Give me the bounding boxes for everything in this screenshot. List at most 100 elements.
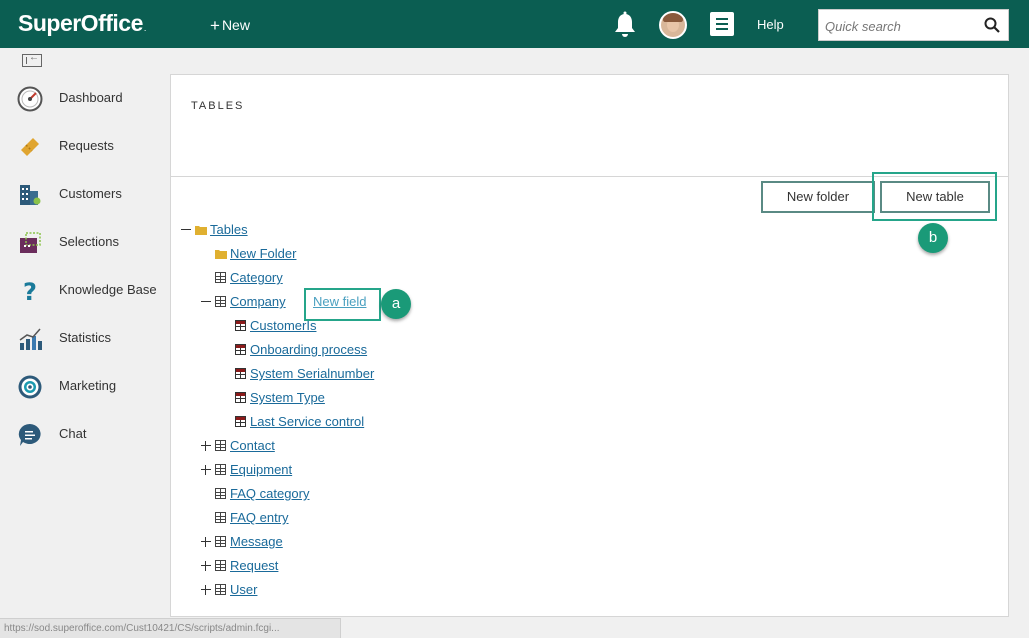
table-icon xyxy=(215,560,226,571)
table-icon xyxy=(215,488,226,499)
expand-toggle-icon[interactable] xyxy=(201,441,211,451)
tree-link[interactable]: CustomerIs xyxy=(250,318,316,333)
expand-toggle-icon[interactable] xyxy=(201,585,211,595)
tree-node-field: System Type xyxy=(220,388,420,408)
tree-node-field: CustomerIs xyxy=(220,316,420,336)
expand-toggle-icon[interactable] xyxy=(201,537,211,547)
field-icon xyxy=(235,344,246,355)
tree-link[interactable]: Contact xyxy=(230,438,275,453)
field-icon xyxy=(235,368,246,379)
sidebar-item-knowledge-base[interactable]: ? Knowledge Base xyxy=(0,266,170,314)
tree-link[interactable]: Category xyxy=(230,270,283,285)
new-table-button[interactable]: New table xyxy=(880,181,990,213)
bar-chart-icon xyxy=(19,328,42,350)
bell-icon[interactable] xyxy=(612,11,638,39)
expand-toggle-icon[interactable] xyxy=(201,465,211,475)
selection-icon xyxy=(20,232,41,253)
tree-link[interactable]: Onboarding process xyxy=(250,342,367,357)
user-avatar[interactable] xyxy=(659,11,687,39)
tree-node-request: Request xyxy=(200,556,400,576)
sidebar-item-dashboard[interactable]: Dashboard xyxy=(0,74,170,122)
collapse-toggle-icon[interactable] xyxy=(201,297,211,307)
chat-bubble-icon xyxy=(18,423,41,446)
quick-search-input[interactable] xyxy=(825,16,983,36)
tree-node-faq-category: FAQ category xyxy=(200,484,400,504)
sidebar-item-label: Requests xyxy=(59,138,114,153)
tree-link[interactable]: Request xyxy=(230,558,278,573)
tree-link[interactable]: FAQ entry xyxy=(230,510,289,525)
plus-icon: + xyxy=(210,16,220,35)
table-icon xyxy=(215,464,226,475)
new-button[interactable]: + New xyxy=(210,15,250,35)
sidebar-item-label: Dashboard xyxy=(59,90,123,105)
sidebar-item-label: Knowledge Base xyxy=(59,282,157,297)
tree-node-equipment: Equipment xyxy=(200,460,400,480)
target-icon xyxy=(18,375,42,399)
field-icon xyxy=(235,392,246,403)
tree-node-faq-entry: FAQ entry xyxy=(200,508,400,528)
callout-badge-b: b xyxy=(918,223,948,253)
tree-node-field: System Serialnumber xyxy=(220,364,420,384)
sidebar-item-selections[interactable]: Selections xyxy=(0,218,170,266)
table-icon xyxy=(215,440,226,451)
sidebar-item-label: Customers xyxy=(59,186,122,201)
new-field-link[interactable]: New field xyxy=(313,294,366,309)
sidebar-item-label: Selections xyxy=(59,234,119,249)
tree-link[interactable]: FAQ category xyxy=(230,486,309,501)
building-icon xyxy=(20,185,41,205)
tree-node-new-folder: New Folder xyxy=(200,244,400,264)
table-icon xyxy=(215,536,226,547)
collapse-sidebar-icon[interactable]: ← xyxy=(22,52,42,67)
tree-link[interactable]: New Folder xyxy=(230,246,296,261)
sidebar-item-label: Marketing xyxy=(59,378,117,393)
tree-link[interactable]: Equipment xyxy=(230,462,292,477)
sidebar-item-customers[interactable]: Customers xyxy=(0,170,170,218)
tree-node-category: Category xyxy=(200,268,400,288)
folder-icon xyxy=(215,250,227,259)
collapse-toggle-icon[interactable] xyxy=(181,225,191,235)
hamburger-menu-icon[interactable] xyxy=(710,12,734,36)
tree-node-company: Company New field xyxy=(200,292,400,312)
ticket-icon xyxy=(21,138,39,156)
tree-node-tables: Tables xyxy=(180,220,380,240)
tree-node-user: User xyxy=(200,580,400,600)
tree-link[interactable]: System Type xyxy=(250,390,325,405)
superoffice-logo[interactable]: SuperOffice. xyxy=(18,10,146,37)
sidebar-item-label: Statistics xyxy=(59,330,112,345)
page-title: TABLES xyxy=(191,100,245,112)
new-button-label: New xyxy=(221,17,250,33)
quick-search-box xyxy=(818,9,1009,41)
tree-node-field: Onboarding process xyxy=(220,340,420,360)
tree-node-contact: Contact xyxy=(200,436,400,456)
svg-text:?: ? xyxy=(23,278,37,304)
table-icon xyxy=(215,584,226,595)
sidebar-item-requests[interactable]: Requests xyxy=(0,122,170,170)
table-icon xyxy=(215,272,226,283)
tree-node-message: Message xyxy=(200,532,400,552)
folder-icon xyxy=(195,226,207,235)
help-link[interactable]: Help xyxy=(757,17,784,32)
tree-link[interactable]: Company xyxy=(230,294,286,309)
avatar-hair xyxy=(663,13,683,22)
tree-link[interactable]: Last Service control xyxy=(250,414,364,429)
sidebar-item-statistics[interactable]: Statistics xyxy=(0,314,170,362)
sidebar-item-label: Chat xyxy=(59,426,87,441)
tree-link[interactable]: Tables xyxy=(210,222,248,237)
table-icon xyxy=(215,512,226,523)
field-icon xyxy=(235,416,246,427)
table-icon xyxy=(215,296,226,307)
sidebar-item-chat[interactable]: Chat xyxy=(0,410,170,458)
new-folder-button[interactable]: New folder xyxy=(761,181,875,213)
tree-link[interactable]: System Serialnumber xyxy=(250,366,374,381)
tree-link[interactable]: Message xyxy=(230,534,283,549)
tree-link[interactable]: User xyxy=(230,582,257,597)
field-icon xyxy=(235,320,246,331)
expand-toggle-icon[interactable] xyxy=(201,561,211,571)
sidebar-item-marketing[interactable]: Marketing xyxy=(0,362,170,410)
speedometer-icon xyxy=(17,86,43,112)
tree-node-field: Last Service control xyxy=(220,412,420,432)
browser-status-bar: https://sod.superoffice.com/Cust10421/CS… xyxy=(0,618,341,638)
question-mark-icon: ? xyxy=(23,278,37,304)
top-bar: SuperOffice. + New Help xyxy=(0,0,1029,48)
search-icon[interactable] xyxy=(984,17,1000,33)
